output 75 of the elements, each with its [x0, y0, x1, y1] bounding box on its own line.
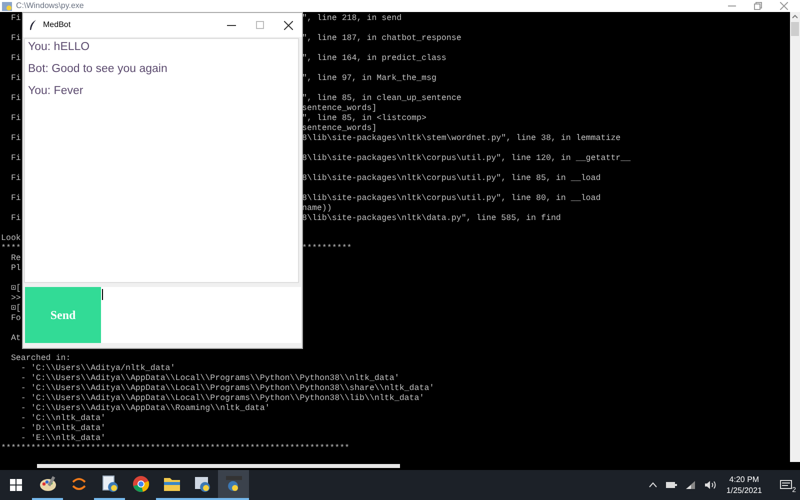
console-text: Fi	[10, 174, 21, 184]
console-text: Fi	[10, 134, 21, 144]
console-text: ", line 97, in Mark_the_msg	[302, 74, 436, 84]
console-text: **********************************************************************	[1, 444, 350, 454]
console-text: ", line 164, in predict_class	[302, 54, 446, 64]
console-text: sentence_words]	[302, 104, 377, 114]
console-text: 8\lib\site-packages\nltk\corpus\util.py", line 80, in __load	[302, 194, 601, 204]
wifi-icon[interactable]	[685, 480, 696, 490]
console-text: ⊡[	[10, 284, 21, 294]
sync-arrows-icon	[70, 475, 88, 493]
python-console-icon	[224, 475, 242, 493]
message-input[interactable]	[101, 287, 301, 343]
chat-message: You: hELLO	[28, 40, 91, 55]
feather-icon	[29, 20, 37, 30]
console-text: ", line 218, in send	[302, 14, 402, 24]
console-text: Fi	[10, 214, 21, 224]
console-text: - 'D:\\nltk_data'	[20, 424, 106, 434]
console-text: - 'C:\\nltk_data'	[20, 414, 106, 424]
python-file-icon	[100, 475, 118, 493]
console-text: ⊡[	[10, 304, 21, 314]
console-text: Fi	[10, 74, 21, 84]
console-text: Fi	[10, 114, 21, 124]
battery-icon[interactable]	[665, 481, 678, 489]
console-text: 8\lib\site-packages\nltk\data.py", line 585, in find	[302, 214, 561, 224]
console-text: ", line 85, in <listcomp>	[302, 114, 426, 124]
folder-icon	[162, 476, 180, 492]
restore-icon[interactable]	[754, 2, 762, 10]
chevron-up-icon[interactable]	[649, 482, 658, 488]
console-text: ****	[1, 244, 21, 254]
speaker-icon[interactable]	[704, 480, 716, 490]
console-text: 8\lib\site-packages\nltk\corpus\util.py", line 120, in __getattr__	[302, 154, 631, 164]
console-text: Pl	[10, 264, 21, 274]
windows-logo-icon[interactable]	[10, 479, 22, 491]
horizontal-scroll-thumb[interactable]	[37, 464, 400, 468]
console-text: Re	[10, 254, 21, 264]
close-icon[interactable]	[284, 20, 293, 30]
python-idle-icon	[194, 475, 212, 493]
console-title: C:\Windows\py.exe	[16, 2, 84, 10]
taskbar-app[interactable]	[218, 470, 249, 500]
console-text: - 'C:\\Users\\Aditya\\AppData\\Local\\Programs\\Python\\Python38\\share\\nltk_data'	[20, 384, 434, 394]
console-text: Look	[1, 234, 21, 244]
console-text: Fi	[10, 94, 21, 104]
chat-message: You: Fever	[28, 84, 84, 99]
vertical-scrollbar[interactable]	[790, 12, 800, 462]
console-text: - 'C:\\Users\\Aditya\\AppData\\Roaming\\nltk_data'	[20, 404, 270, 414]
console-text: - 'E:\\nltk_data'	[20, 434, 106, 444]
console-text: Fi	[10, 34, 21, 44]
scroll-up-icon[interactable]	[792, 14, 798, 20]
chat-message: Bot: Good to see you again	[28, 62, 168, 77]
console-text: Fo	[10, 314, 21, 324]
palette-icon	[38, 475, 56, 493]
console-text: name))	[302, 204, 332, 214]
console-text: Fi	[10, 154, 21, 164]
console-text: At	[10, 334, 21, 344]
terminal-icon	[2, 2, 12, 10]
console-text: ", line 85, in clean_up_sentence	[302, 94, 462, 104]
console-text: - 'C:\\Users\\Aditya/nltk_data'	[20, 364, 176, 374]
clock-date: 1/25/2021	[726, 485, 762, 496]
console-text: 8\lib\site-packages\nltk\corpus\util.py", line 85, in __load	[302, 174, 601, 184]
console-text: Fi	[10, 54, 21, 64]
console-text: >>	[10, 294, 21, 304]
console-text: 8\lib\site-packages\nltk\stem\wordnet.py", line 38, in lemmatize	[302, 134, 621, 144]
console-text: Fi	[10, 14, 21, 24]
console-text: sentence_words]	[302, 124, 377, 134]
console-text: Searched in:	[10, 354, 71, 364]
chrome-icon	[132, 475, 150, 493]
console-text: - 'C:\\Users\\Aditya\\AppData\\Local\\Programs\\Python\\Python38\\lib\\nltk_data'	[20, 394, 424, 404]
clock-time: 4:20 PM	[729, 474, 760, 485]
medbot-title: MedBot	[43, 19, 71, 31]
console-text: Fi	[10, 194, 21, 204]
console-text: **********	[302, 244, 352, 254]
console-text: ", line 187, in chatbot_response	[302, 34, 462, 44]
notification-icon	[780, 480, 792, 490]
console-text: - 'C:\\Users\\Aditya\\AppData\\Local\\Programs\\Python\\Python38\\nltk_data'	[20, 374, 400, 384]
scroll-thumb[interactable]	[791, 22, 799, 36]
